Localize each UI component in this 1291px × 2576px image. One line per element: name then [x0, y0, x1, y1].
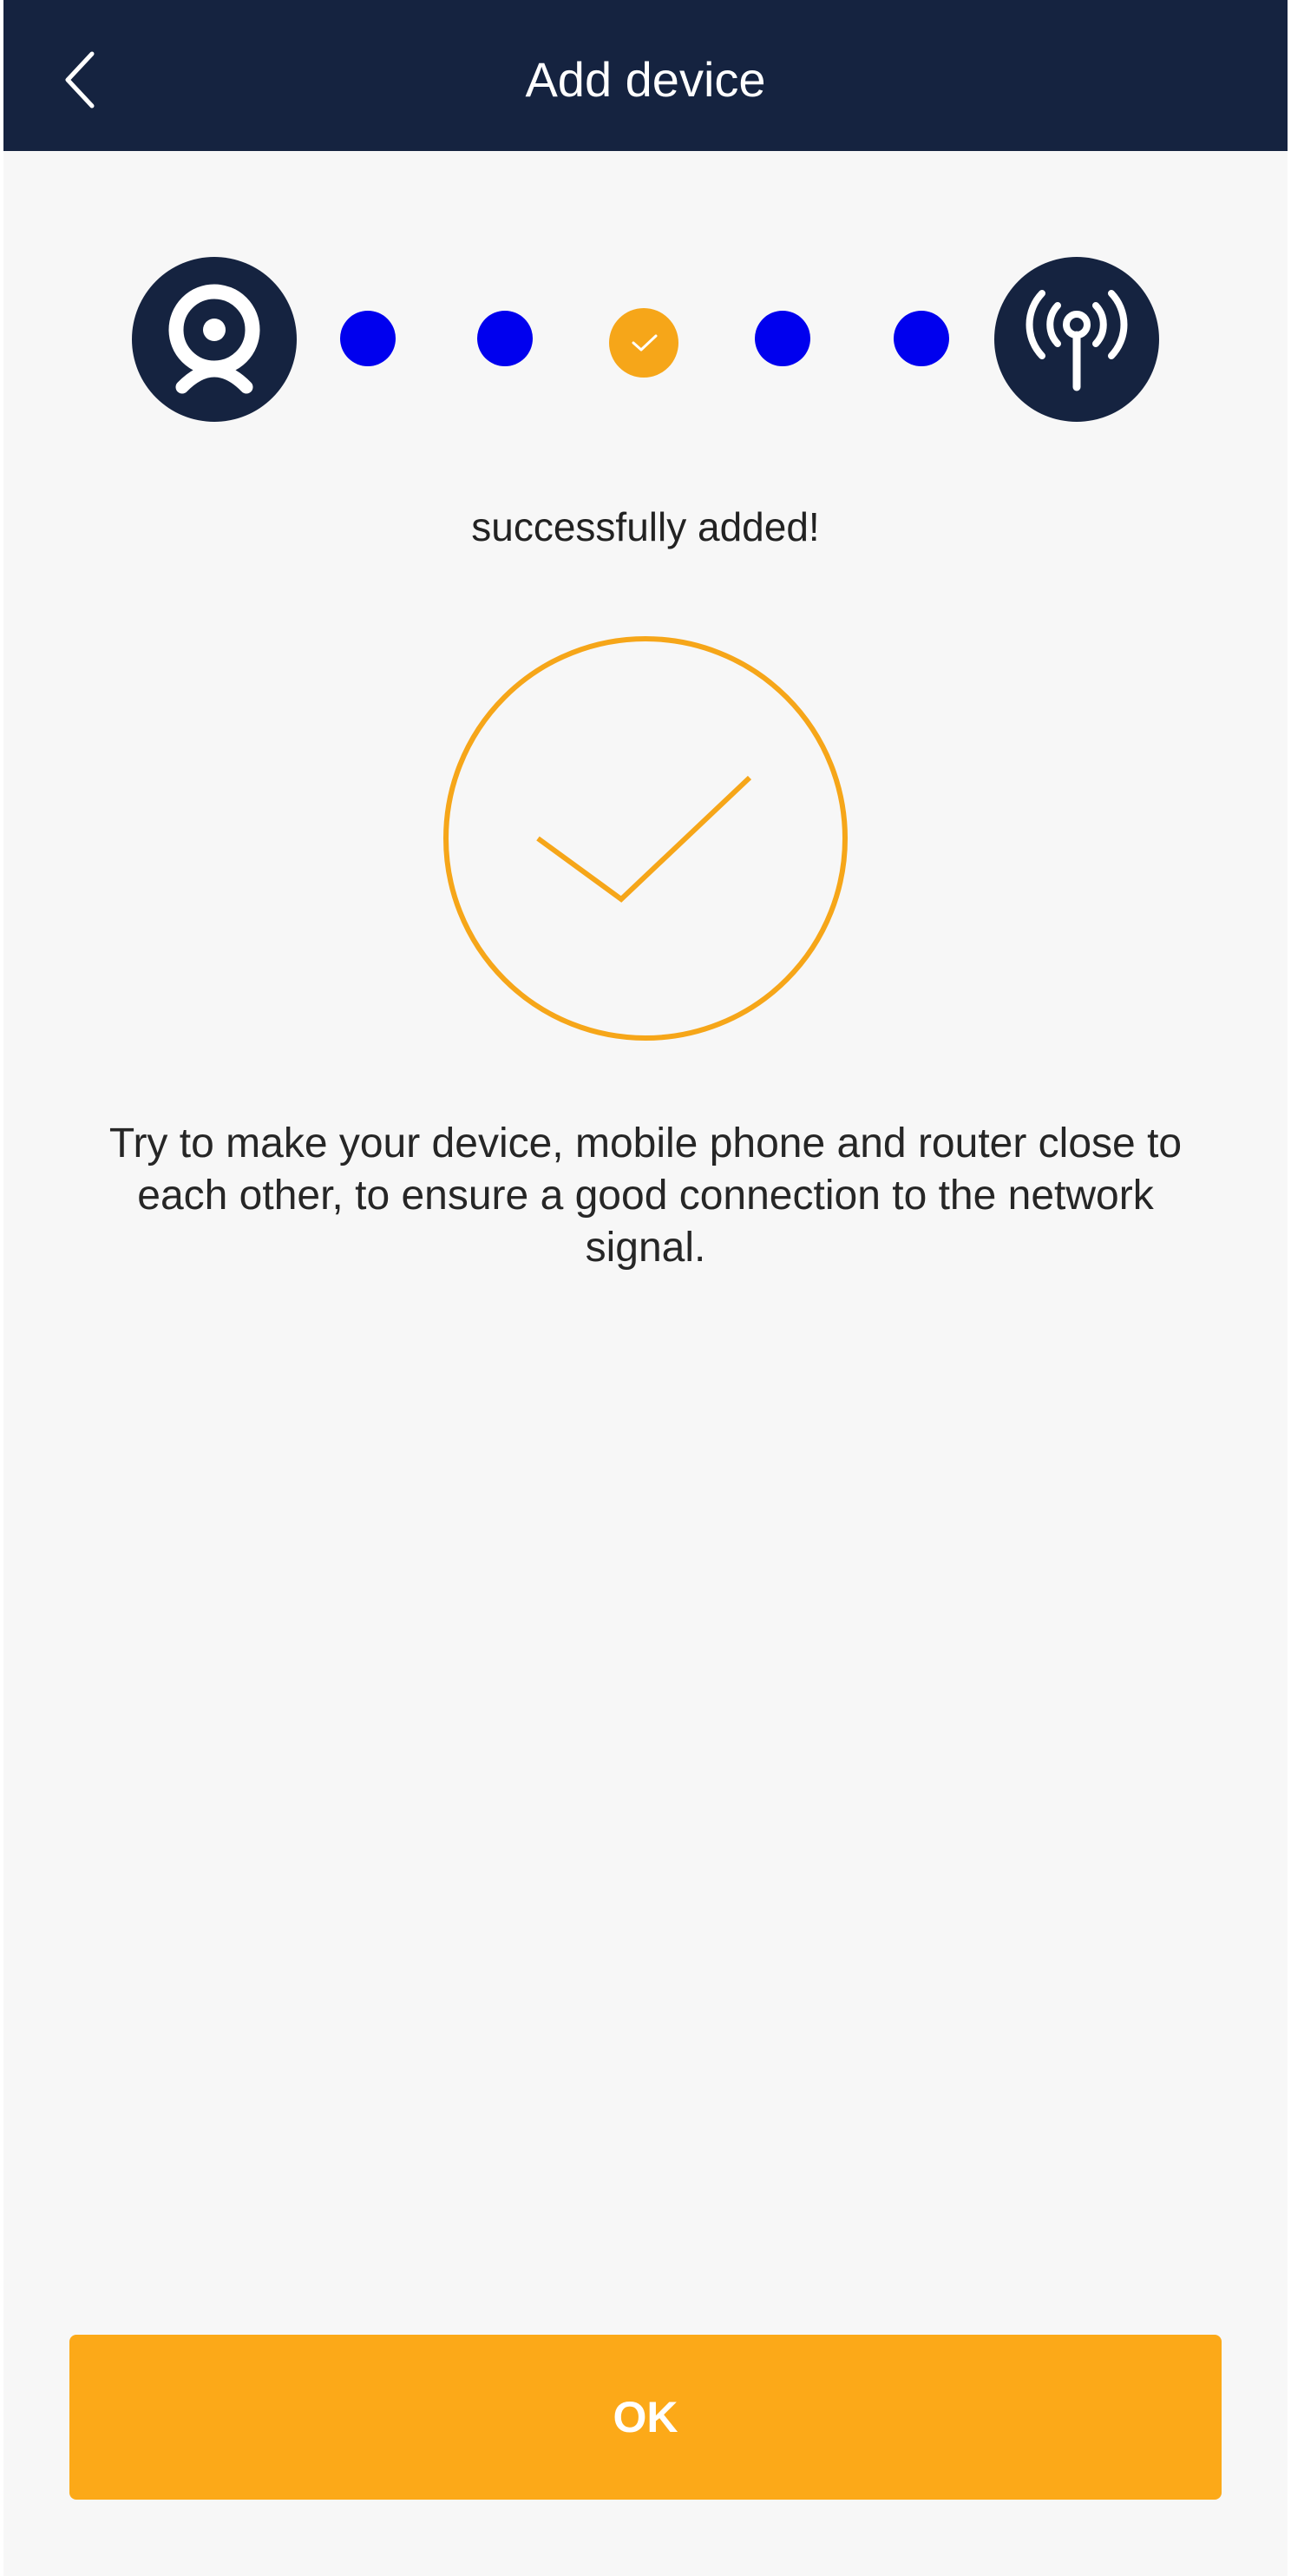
- page-title: Add device: [525, 52, 766, 107]
- router-step: [994, 257, 1159, 422]
- success-check-icon: [443, 636, 848, 1041]
- top-bar: Add device: [3, 0, 1288, 151]
- back-button[interactable]: [42, 35, 120, 122]
- connection-hint: Try to make your device, mobile phone an…: [108, 1120, 1183, 1271]
- webcam-icon: [168, 284, 260, 394]
- progress-dot-2: [477, 311, 533, 366]
- progress-dot-4: [755, 311, 810, 366]
- antenna-signal-icon: [1026, 290, 1128, 391]
- check-icon: [632, 334, 658, 352]
- webcam-step: [132, 257, 297, 422]
- add-device-screen: Add device successfully added! Try to ma…: [3, 0, 1288, 2576]
- progress-dot-5: [894, 311, 949, 366]
- progress-dot-current: [609, 308, 678, 378]
- setup-progress: [3, 252, 1288, 425]
- ok-button[interactable]: OK: [69, 2335, 1222, 2500]
- success-message: successfully added!: [471, 504, 820, 549]
- progress-dot-1: [340, 311, 396, 366]
- chevron-left-icon: [65, 51, 95, 108]
